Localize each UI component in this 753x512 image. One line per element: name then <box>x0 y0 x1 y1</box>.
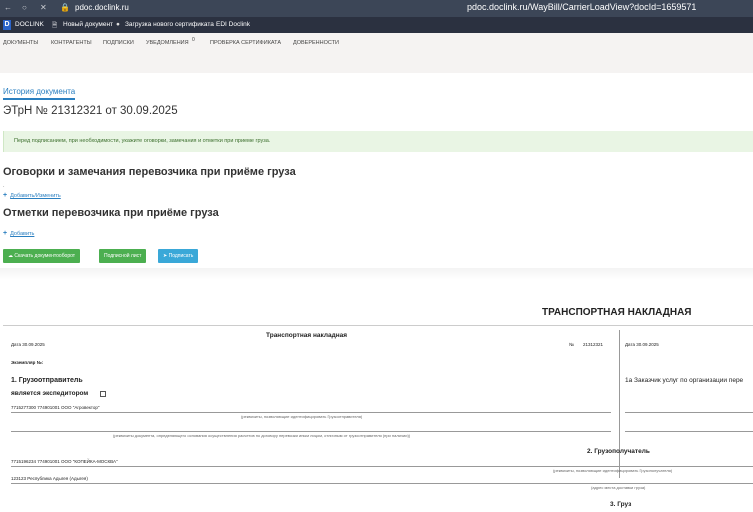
doc-header-title: ТРАНСПОРТНАЯ НАКЛАДНАЯ <box>542 307 692 318</box>
consignee-value: 7715196234 774901001 ООО "КОПЕЙКА-МОСКВА… <box>11 459 118 464</box>
consignee-title: 2. Грузополучатель <box>587 448 650 455</box>
consignee-caption: (реквизиты, позволяющие идентифицировать… <box>553 468 673 473</box>
bookmark-new-document[interactable]: Новый документ <box>63 21 113 28</box>
sign-label: Подписать <box>168 253 194 259</box>
shipper-caption: (реквизиты, позволяющие идентифицировать… <box>241 414 363 419</box>
separator <box>0 268 753 280</box>
delivery-address: 123123 Республика Адыгея (Адыгея) <box>11 476 88 481</box>
nav-notifications[interactable]: УВЕДОМЛЕНИЯ <box>146 40 189 46</box>
download-label: Скачать документооборот <box>14 253 76 259</box>
section-reservations-title: Оговорки и замечания перевозчика при при… <box>3 166 296 178</box>
document-preview: ТРАНСПОРТНАЯ НАКЛАДНАЯ Транспортная накл… <box>3 280 753 512</box>
nav-counterparties[interactable]: КОНТРАГЕНТЫ <box>51 40 92 46</box>
certificate-icon: ● <box>116 21 120 28</box>
address-bar[interactable]: pdoc.doclink.ru/WayBill/CarrierLoadView?… <box>467 2 696 12</box>
download-workflow-button[interactable]: ☁ Скачать документооборот <box>3 249 81 263</box>
plus-icon: + <box>3 230 8 237</box>
forwarder-checkbox[interactable] <box>100 391 106 397</box>
close-tab-icon[interactable]: ✕ <box>40 3 47 12</box>
app-nav: ДОКУМЕНТЫ КОНТРАГЕНТЫ ПОДПИСКИ УВЕДОМЛЕН… <box>0 33 753 73</box>
notifications-count-badge: 0 <box>192 37 195 43</box>
active-tab-indicator <box>3 98 75 100</box>
shipper-value: 7715277300 774901001 ООО "Агровектор" <box>11 405 100 410</box>
add-edit-reservations-link[interactable]: + Добавить/Изменить <box>3 192 61 199</box>
back-icon[interactable]: ← <box>4 3 12 12</box>
delivery-underline <box>11 483 753 484</box>
info-notice: Перед подписанием, при необходимости, ук… <box>3 131 753 152</box>
delivery-caption: (адрес места доставки груза) <box>591 485 646 490</box>
document-icon: 🗎 <box>52 22 58 29</box>
sign-sheet-label: Подписной лист <box>104 253 142 259</box>
customer-underline-2 <box>625 431 753 432</box>
add-marks-link[interactable]: + Добавить <box>3 230 34 237</box>
section-marks-title: Отметки перевозчика при приёме груза <box>3 207 219 219</box>
basis-underline <box>11 431 611 432</box>
cargo-title: 3. Груз <box>610 501 632 508</box>
browser-titlebar: ← ○ ✕ 🔒 pdoc.doclink.ru pdoc.doclink.ru/… <box>0 0 753 17</box>
number-value: 21312321 <box>583 342 604 347</box>
section-reservations-marker: . <box>3 183 5 189</box>
sign-sheet-button[interactable]: Подписной лист <box>99 249 147 263</box>
page-title: ЭТрН № 21312321 от 30.09.2025 <box>3 105 178 117</box>
form-title: Транспортная накладная <box>266 332 348 339</box>
number-label: № <box>569 342 574 347</box>
copy-label: Экземпляр №: <box>11 360 44 365</box>
tab-document-history[interactable]: История документа <box>3 87 75 96</box>
reload-icon[interactable]: ○ <box>22 3 27 12</box>
date-left: Дата 30.09.2025 <box>11 342 45 347</box>
plus-icon: + <box>3 192 8 199</box>
nav-powers-of-attorney[interactable]: ДОВЕРЕННОСТИ <box>293 40 339 46</box>
nav-subscriptions[interactable]: ПОДПИСКИ <box>103 40 134 46</box>
forwarder-label: является экспедитором <box>11 390 89 397</box>
bookmarks-bar: D DOCLINK 🗎 Новый документ ● Загрузка но… <box>0 17 753 33</box>
date-right: Дата 30.09.2025 <box>625 342 659 347</box>
add-edit-label: Добавить/Изменить <box>10 193 61 199</box>
bookmark-upload-certificate[interactable]: Загрузка нового сертификата <box>125 21 214 28</box>
lock-icon: 🔒 <box>60 3 70 12</box>
add-label: Добавить <box>10 231 35 237</box>
consignee-underline <box>11 466 753 467</box>
sign-button[interactable]: ➤ Подписать <box>158 249 199 263</box>
basis-caption: (реквизиты документа, определяющего осно… <box>113 433 411 438</box>
shipper-underline <box>11 412 611 413</box>
customer-label: 1а Заказчик услуг по организации пере <box>625 377 744 384</box>
customer-underline-1 <box>625 412 753 413</box>
nav-documents[interactable]: ДОКУМЕНТЫ <box>3 40 38 46</box>
nav-check-certificate[interactable]: ПРОВЕРКА СЕРТИФИКАТА <box>210 40 281 46</box>
doclink-logo-icon: D <box>3 20 11 30</box>
bookmark-edi-doclink[interactable]: EDI Doclink <box>216 21 250 28</box>
column-divider <box>619 330 620 478</box>
shipper-title: 1. Грузоотправитель <box>11 377 83 384</box>
header-divider <box>3 325 753 326</box>
bookmark-doclink[interactable]: DOCLINK <box>15 21 44 28</box>
tab-host[interactable]: pdoc.doclink.ru <box>75 3 129 12</box>
